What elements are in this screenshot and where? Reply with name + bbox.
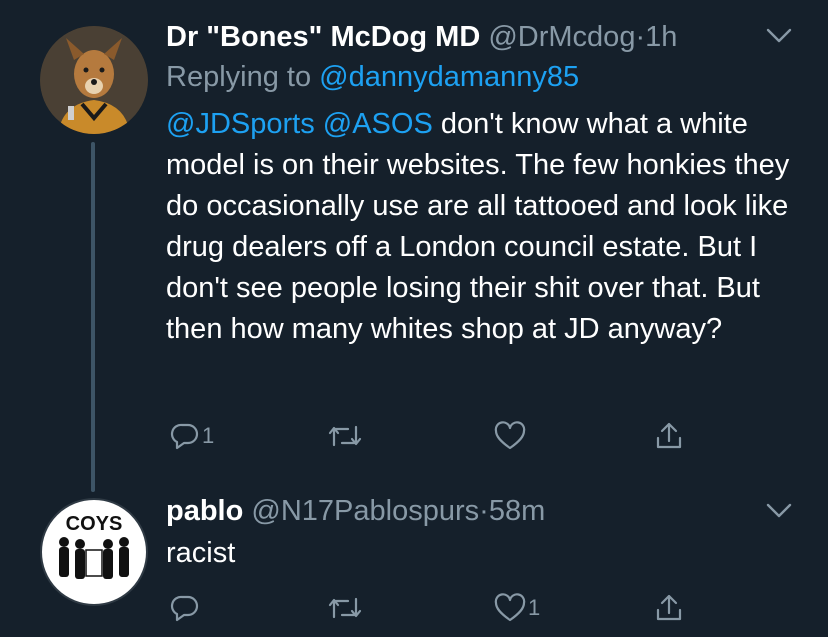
separator: · — [479, 495, 489, 527]
retweet-button[interactable] — [328, 590, 364, 626]
retweet-button[interactable] — [328, 418, 364, 454]
retweet-icon — [328, 421, 362, 451]
mention-link[interactable]: @JDSports — [166, 108, 315, 140]
share-button[interactable] — [654, 590, 684, 626]
timestamp[interactable]: 1h — [645, 21, 677, 53]
share-button[interactable] — [654, 418, 684, 454]
tweet-text: @JDSports @ASOS don't know what a white … — [166, 104, 806, 350]
replying-to: Replying to @dannydamanny85 — [166, 59, 808, 95]
reply-icon — [170, 421, 200, 451]
chevron-down-icon[interactable] — [766, 28, 792, 49]
mention-link[interactable]: @ASOS — [323, 108, 433, 140]
like-icon — [494, 593, 526, 623]
like-count: 1 — [528, 595, 541, 620]
tweet-body: don't know what a white model is on thei… — [166, 108, 790, 345]
avatar-drmcdog[interactable] — [40, 26, 148, 134]
tweet-drmcdog[interactable]: Dr "Bones" McDog MD @DrMcdog·1h Replying… — [166, 19, 808, 350]
like-button[interactable] — [494, 418, 528, 454]
avatar-lettering: COYS — [66, 513, 123, 535]
reply-count: 1 — [202, 423, 215, 448]
handle[interactable]: @N17Pablospurs — [251, 495, 479, 527]
thread-connector — [91, 142, 95, 492]
like-icon — [494, 421, 526, 451]
tweet-actions: 1 — [166, 590, 706, 626]
handle[interactable]: @DrMcdog — [488, 21, 635, 53]
avatar-n17pablospurs[interactable]: COYS — [40, 498, 148, 606]
tweet-n17pablospurs[interactable]: pablo @N17Pablospurs·58m racist — [166, 493, 808, 574]
retweet-icon — [328, 593, 362, 623]
reply-icon — [170, 593, 200, 623]
display-name[interactable]: pablo — [166, 495, 243, 527]
reply-button[interactable]: 1 — [170, 418, 214, 454]
share-icon — [654, 593, 684, 623]
tweet-header: pablo @N17Pablospurs·58m — [166, 493, 808, 529]
display-name[interactable]: Dr "Bones" McDog MD — [166, 21, 480, 53]
tweet-body: racist — [166, 537, 236, 569]
share-icon — [654, 421, 684, 451]
timestamp[interactable]: 58m — [489, 495, 545, 527]
tweet-header: Dr "Bones" McDog MD @DrMcdog·1h — [166, 19, 808, 55]
tweet-actions: 1 — [166, 418, 706, 454]
separator: · — [635, 21, 646, 53]
replying-handle-link[interactable]: @dannydamanny85 — [319, 61, 579, 93]
like-button[interactable]: 1 — [494, 590, 540, 626]
reply-button[interactable] — [170, 590, 202, 626]
chevron-down-icon[interactable] — [766, 503, 792, 524]
replying-prefix: Replying to — [166, 61, 320, 93]
